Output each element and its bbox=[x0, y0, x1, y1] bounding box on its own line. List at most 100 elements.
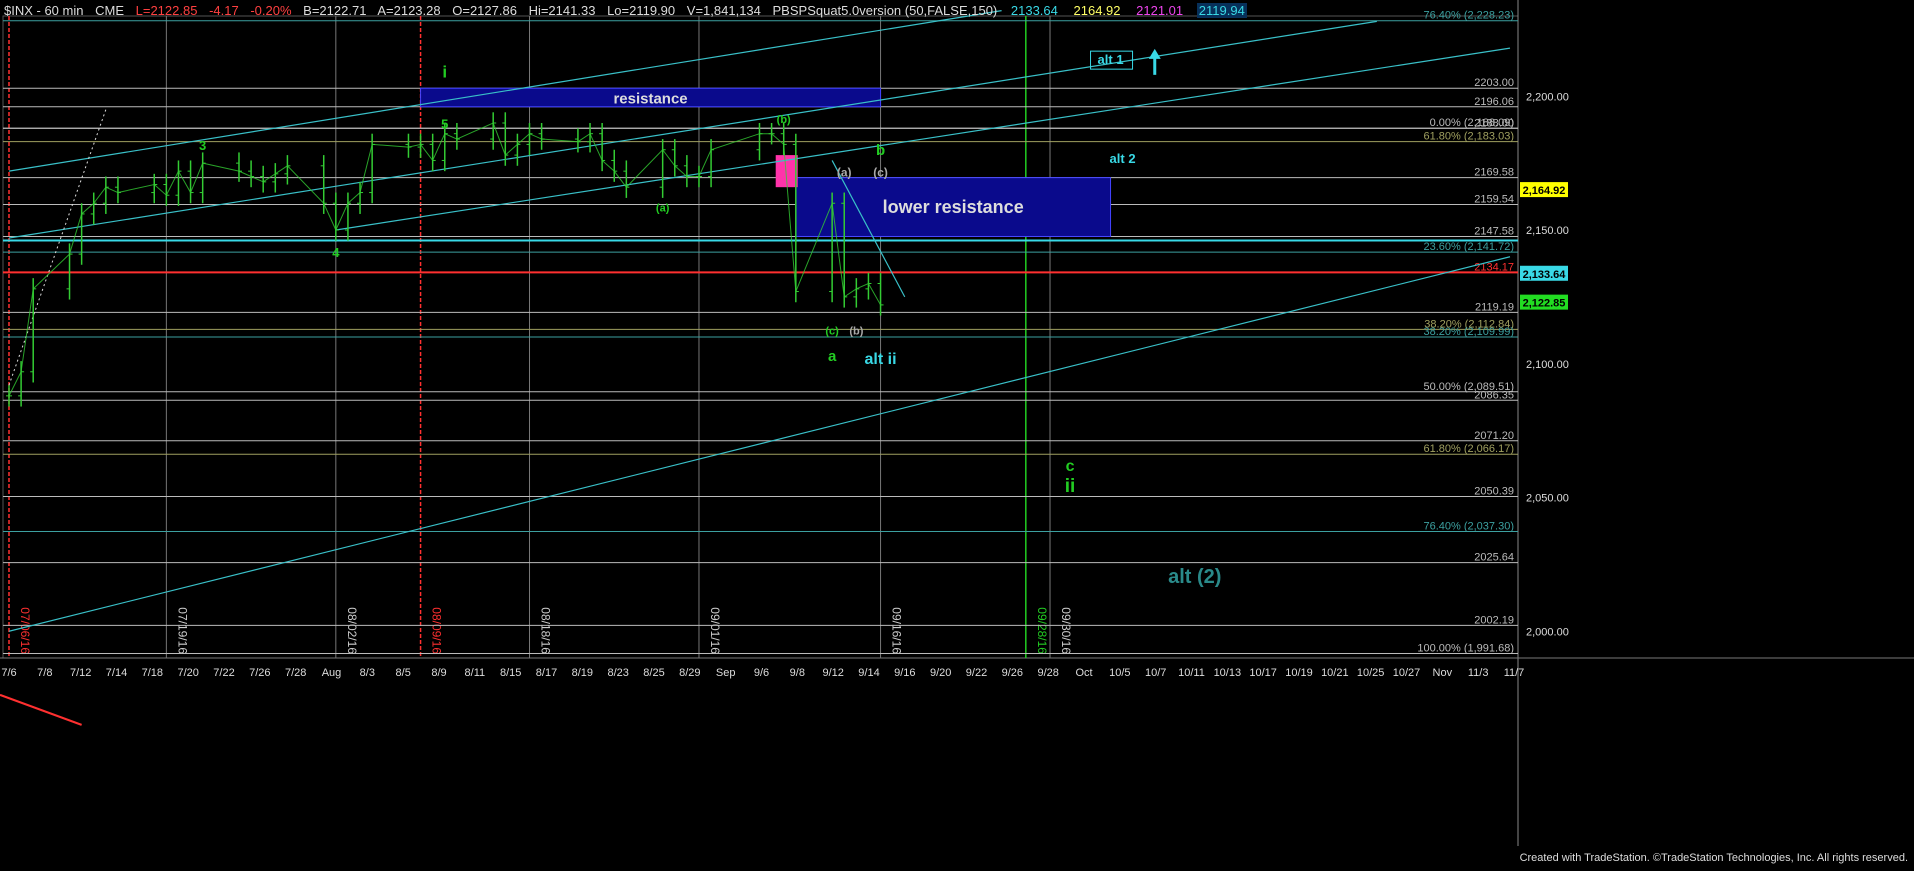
vertical-date-label: 08/18/16 bbox=[539, 607, 553, 654]
vertical-date-label: 09/16/16 bbox=[890, 607, 904, 654]
level-label: 76.40% (2,037.30) bbox=[1423, 520, 1514, 532]
y-tick-label: 2,000.00 bbox=[1526, 626, 1569, 638]
wave-label: (b) bbox=[849, 325, 863, 337]
wave-label: a bbox=[828, 348, 837, 365]
vertical-date-label: 09/01/16 bbox=[708, 607, 722, 654]
study-name: PBSPSquat5.0version (50,FALSE,150) bbox=[772, 3, 998, 18]
y-tick-label: 2,150.00 bbox=[1526, 225, 1569, 237]
x-tick-label: 10/27 bbox=[1393, 667, 1421, 679]
price-tag-label: 2,164.92 bbox=[1523, 185, 1566, 197]
level-label: 2119.19 bbox=[1475, 301, 1514, 313]
x-tick-label: 9/28 bbox=[1037, 667, 1058, 679]
footer-credit: Created with TradeStation. ©TradeStation… bbox=[1519, 852, 1908, 864]
x-tick-label: 10/5 bbox=[1109, 667, 1130, 679]
x-tick-label: 8/5 bbox=[396, 667, 411, 679]
high-price: Hi=2141.33 bbox=[528, 3, 596, 18]
x-tick-label: 7/12 bbox=[70, 667, 91, 679]
trend-channel-line bbox=[8, 256, 1511, 632]
level-label: 2025.64 bbox=[1474, 552, 1514, 564]
x-tick-label: 7/28 bbox=[285, 667, 306, 679]
wave-label: (c) bbox=[873, 166, 888, 180]
wave-label: alt ii bbox=[865, 351, 897, 368]
level-label: 2002.19 bbox=[1474, 614, 1514, 626]
wave-label: alt 2 bbox=[1110, 151, 1136, 166]
x-tick-label: 8/23 bbox=[607, 667, 628, 679]
level-label: 100.00% (1,991.68) bbox=[1417, 643, 1514, 655]
wave-label: (b) bbox=[777, 114, 791, 126]
y-tick-label: 2,200.00 bbox=[1526, 91, 1569, 103]
zone-label: resistance bbox=[613, 91, 687, 108]
level-label: 61.80% (2,066.17) bbox=[1423, 443, 1514, 455]
exchange-label: CME bbox=[95, 3, 124, 18]
level-label: 2086.35 bbox=[1474, 389, 1514, 401]
x-tick-label: 10/7 bbox=[1145, 667, 1166, 679]
red-diagonal-line bbox=[0, 693, 82, 726]
x-tick-label: 9/26 bbox=[1002, 667, 1023, 679]
y-tick-label: 2,100.00 bbox=[1526, 359, 1569, 371]
level-label: 2147.58 bbox=[1474, 225, 1514, 237]
x-tick-label: 7/20 bbox=[177, 667, 198, 679]
price-chart-svg: 7/6 7/8 7/12 7/14 7/18 7/20 7/22 7/26 7/28 Aug 8/3… bbox=[0, 0, 1914, 846]
low-price: Lo=2119.90 bbox=[607, 3, 676, 18]
level-label: 2169.58 bbox=[1474, 167, 1514, 179]
x-tick-label: Nov bbox=[1433, 667, 1453, 679]
up-arrow-head-icon bbox=[1148, 48, 1161, 59]
wave-label: 3 bbox=[199, 138, 206, 153]
x-tick-label: 7/22 bbox=[213, 667, 234, 679]
x-tick-label: 10/19 bbox=[1285, 667, 1313, 679]
level-label: 2196.06 bbox=[1474, 96, 1514, 108]
x-tick-label: 8/17 bbox=[536, 667, 557, 679]
net-change: -4.17 bbox=[209, 3, 239, 18]
y-tick-label: 2,050.00 bbox=[1526, 493, 1569, 505]
x-tick-label: 10/17 bbox=[1249, 667, 1277, 679]
x-tick-label: 7/26 bbox=[249, 667, 270, 679]
study-value-3: 2121.01 bbox=[1136, 3, 1184, 18]
wave-label: c bbox=[1066, 458, 1075, 475]
wave-label: b bbox=[876, 142, 885, 159]
wave-label: alt 1 bbox=[1098, 52, 1124, 67]
wave-label: (a) bbox=[656, 202, 670, 214]
x-tick-label: Sep bbox=[716, 667, 736, 679]
x-tick-label: Aug bbox=[322, 667, 342, 679]
vertical-date-label: 09/28/16 bbox=[1035, 607, 1049, 654]
symbol-label: $INX - 60 min bbox=[4, 3, 84, 18]
x-tick-label: 10/13 bbox=[1214, 667, 1242, 679]
chart-area: 7/6 7/8 7/12 7/14 7/18 7/20 7/22 7/26 7/28 Aug 8/3… bbox=[0, 0, 1914, 866]
level-label: 2071.20 bbox=[1474, 430, 1514, 442]
x-tick-label: 9/20 bbox=[930, 667, 951, 679]
x-tick-label: 9/14 bbox=[858, 667, 879, 679]
vertical-date-label: 08/09/16 bbox=[430, 607, 444, 654]
x-tick-label: 7/14 bbox=[106, 667, 127, 679]
x-tick-label: 8/3 bbox=[360, 667, 375, 679]
chart-header: $INX - 60 min CME L=2122.85 -4.17 -0.20%… bbox=[4, 2, 1255, 20]
pct-change: -0.20% bbox=[250, 3, 292, 18]
trend-channel-line bbox=[8, 20, 1377, 239]
study-value-4: 2119.94 bbox=[1196, 3, 1247, 18]
price-tag-label: 2,133.64 bbox=[1523, 269, 1567, 281]
dotted-trend-line bbox=[8, 109, 107, 386]
study-value-2: 2164.92 bbox=[1073, 3, 1121, 18]
x-tick-label: 9/12 bbox=[822, 667, 843, 679]
level-label: 76.40% (2,228.23) bbox=[1423, 10, 1514, 22]
level-label: 23.60% (2,141.72) bbox=[1423, 241, 1514, 253]
x-tick-label: 7/18 bbox=[142, 667, 163, 679]
x-tick-label: 8/15 bbox=[500, 667, 521, 679]
wave-label: 4 bbox=[332, 245, 340, 260]
wave-label: 5 bbox=[441, 116, 448, 131]
x-tick-label: 11/7 bbox=[1504, 667, 1525, 679]
bid-price: B=2122.71 bbox=[303, 3, 367, 18]
wave-label: i bbox=[442, 63, 447, 82]
level-label: 2203.00 bbox=[1474, 77, 1514, 89]
x-tick-label: 10/25 bbox=[1357, 667, 1385, 679]
x-tick-label: 10/11 bbox=[1178, 667, 1205, 679]
vertical-date-label: 07/06/16 bbox=[18, 607, 32, 654]
x-tick-label: 8/25 bbox=[643, 667, 664, 679]
vertical-date-label: 08/02/16 bbox=[345, 607, 359, 654]
level-label: 2188.00 bbox=[1474, 117, 1514, 129]
x-tick-label: 7/8 bbox=[37, 667, 52, 679]
level-label: 2159.54 bbox=[1474, 193, 1514, 205]
x-tick-label: 9/8 bbox=[790, 667, 805, 679]
wave-label: (c) bbox=[825, 325, 839, 337]
x-tick-label: Oct bbox=[1075, 667, 1092, 679]
level-label: 2050.39 bbox=[1474, 485, 1514, 497]
